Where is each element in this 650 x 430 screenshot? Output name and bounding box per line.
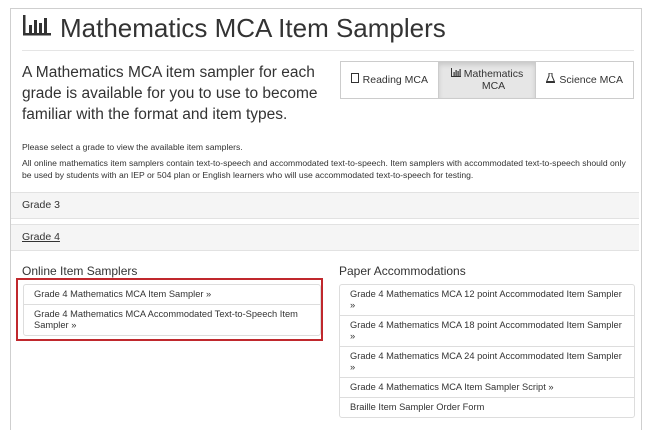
intro-text: A Mathematics MCA item sampler for each … (22, 64, 318, 123)
accommodation-note: All online mathematics item samplers con… (22, 158, 626, 180)
tab-mathematics-label: Mathematics MCA (463, 68, 524, 92)
subject-tabs: Reading MCA Mathematics MCA Science MCA (340, 61, 635, 99)
list-item[interactable]: Grade 4 Mathematics MCA 18 point Accommo… (340, 316, 634, 347)
highlight-box (16, 278, 323, 341)
page-title-text: Mathematics MCA Item Samplers (60, 13, 446, 43)
grade-4-label: Grade 4 (22, 231, 60, 243)
title-divider (22, 50, 634, 51)
tab-mathematics-mca[interactable]: Mathematics MCA (438, 61, 537, 99)
book-icon (350, 73, 359, 87)
grade-4-row[interactable]: Grade 4 (11, 224, 639, 251)
tab-science-mca[interactable]: Science MCA (536, 61, 635, 99)
paper-accommodations-heading: Paper Accommodations (339, 264, 466, 278)
online-samplers-heading: Online Item Samplers (22, 264, 138, 278)
tab-reading-label: Reading MCA (362, 74, 429, 86)
page-title: Mathematics MCA Item Samplers (22, 13, 446, 44)
flask-icon (545, 72, 557, 87)
grade-3-label: Grade 3 (22, 199, 60, 211)
grade-3-row[interactable]: Grade 3 (11, 192, 639, 219)
tab-science-label: Science MCA (559, 74, 623, 86)
list-item[interactable]: Grade 4 Mathematics MCA 24 point Accommo… (340, 347, 634, 378)
instructions-text: Please select a grade to view the availa… (22, 142, 243, 152)
list-item[interactable]: Braille Item Sampler Order Form (340, 398, 634, 417)
list-item[interactable]: Grade 4 Mathematics MCA Item Sampler Scr… (340, 378, 634, 398)
bar-chart-icon (22, 13, 52, 44)
list-item[interactable]: Grade 4 Mathematics MCA 12 point Accommo… (340, 285, 634, 316)
paper-accommodations-list: Grade 4 Mathematics MCA 12 point Accommo… (339, 284, 635, 418)
tab-reading-mca[interactable]: Reading MCA (340, 61, 439, 99)
bar-chart-icon (450, 68, 461, 81)
